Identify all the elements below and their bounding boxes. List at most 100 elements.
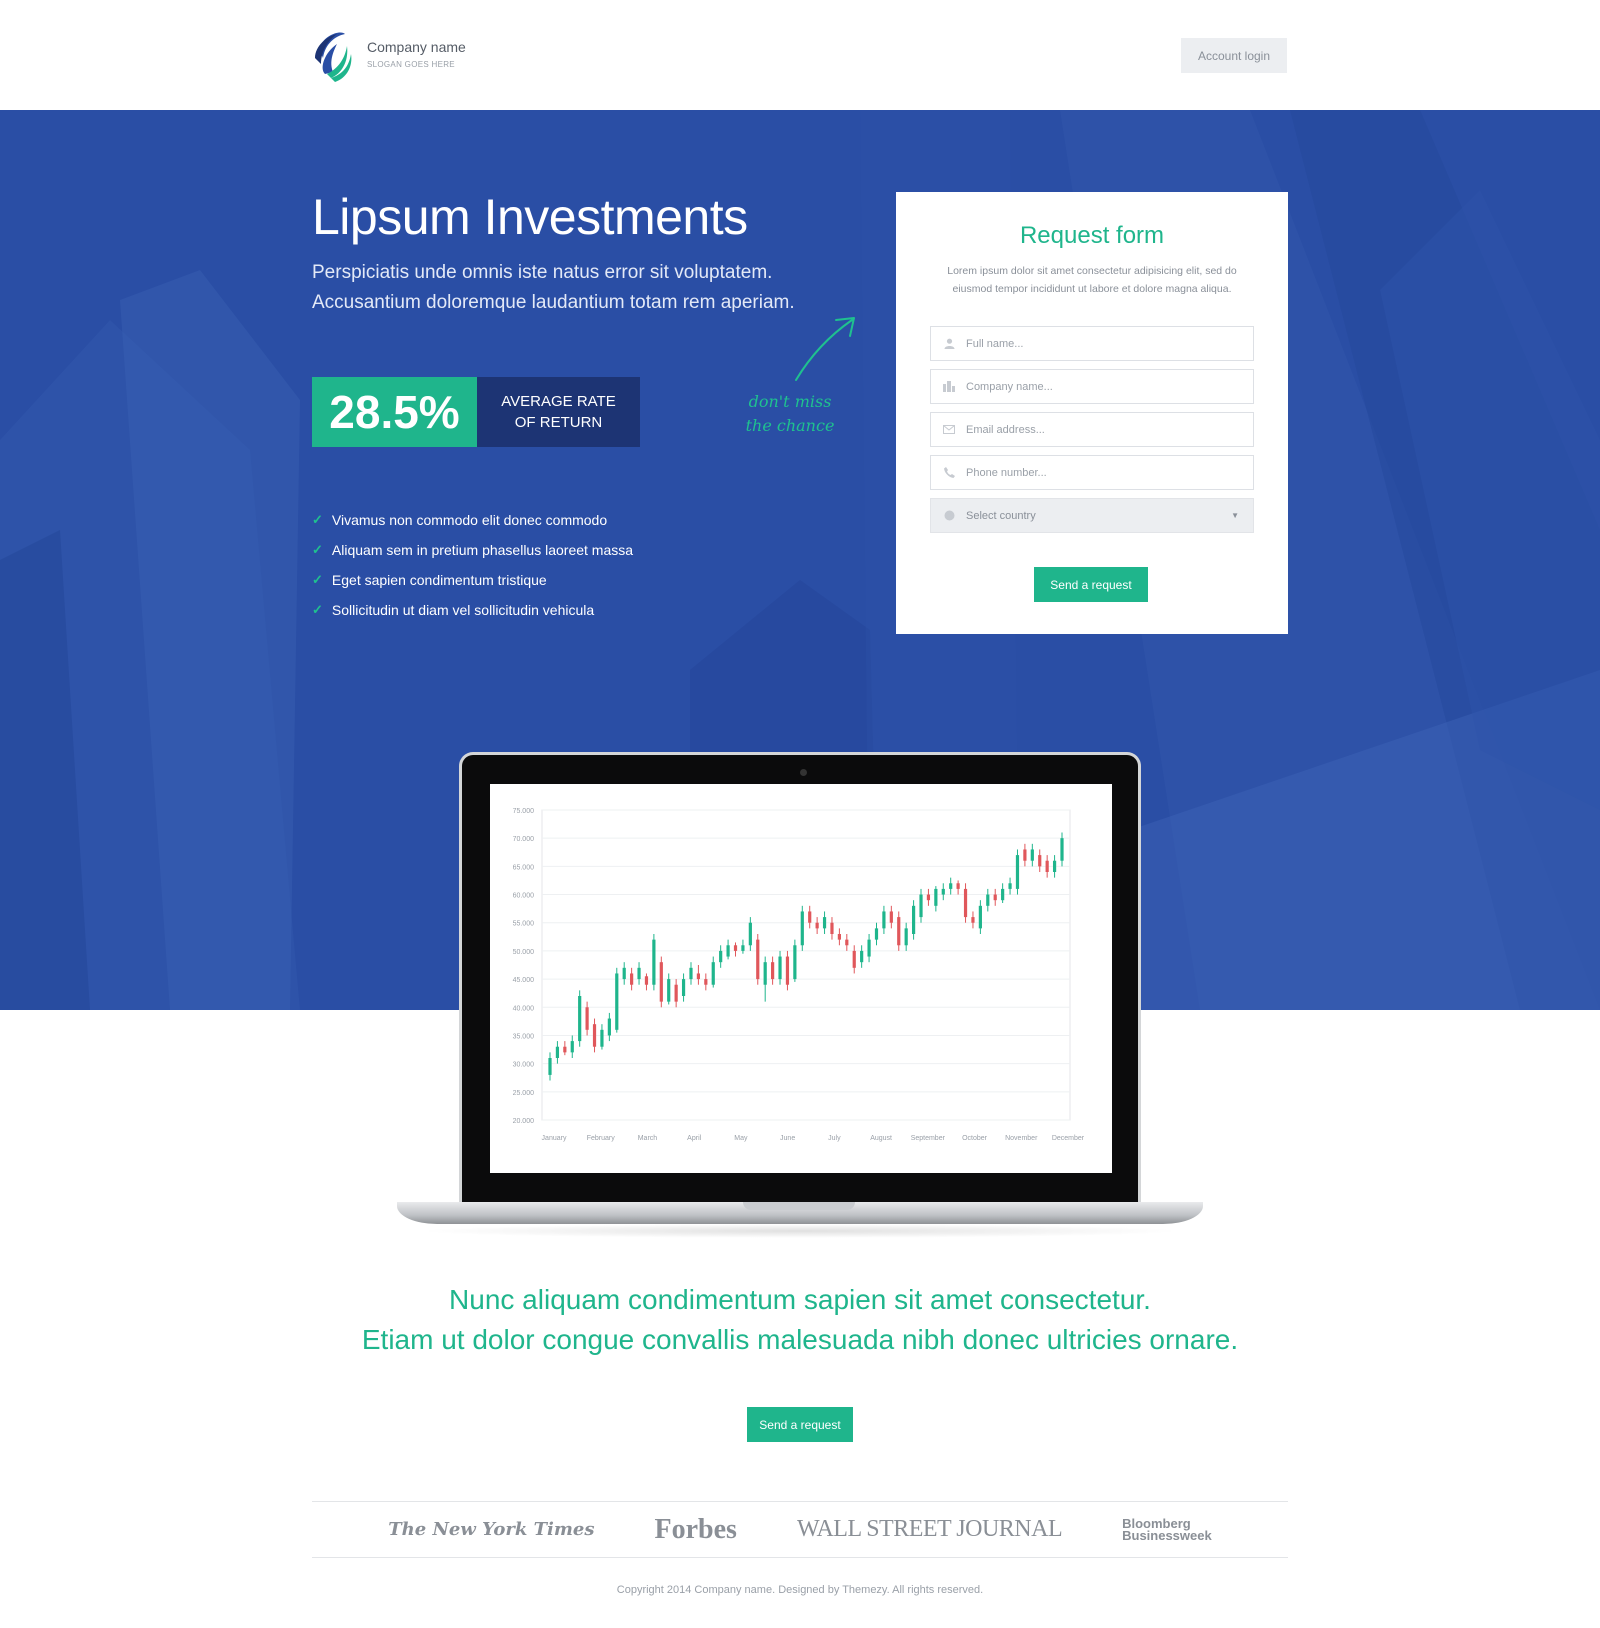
- feature-item: ✓ Vivamus non commodo elit donec commodo: [312, 505, 633, 535]
- company-logo-icon[interactable]: [311, 28, 353, 84]
- candle-body: [578, 996, 582, 1042]
- camera-icon: [800, 769, 807, 776]
- candle-body: [630, 973, 634, 985]
- chart-y-tick-label: 45.000: [513, 977, 535, 984]
- feature-text: Aliquam sem in pretium phasellus laoreet…: [331, 542, 634, 558]
- candle-body: [800, 911, 804, 946]
- hero-subtitle-line2: Accusantium doloremque laudantium totam …: [312, 292, 795, 313]
- country-select-value: Select country: [966, 509, 1036, 522]
- candle-body: [1045, 860, 1049, 872]
- candle-body: [889, 911, 893, 923]
- candle-body: [956, 883, 960, 889]
- candle-body: [822, 917, 827, 929]
- chart-x-tick-label: March: [638, 1135, 658, 1142]
- candle-body: [1023, 849, 1027, 861]
- email-input[interactable]: [966, 423, 1236, 436]
- candle-body: [667, 979, 671, 1002]
- feature-text: Vivamus non commodo elit donec commodo: [331, 512, 608, 528]
- candle-body: [704, 979, 708, 985]
- candle-body: [652, 939, 656, 985]
- chart-x-tick-label: May: [734, 1135, 748, 1142]
- candle-body: [570, 1041, 574, 1053]
- candle-body: [733, 945, 738, 951]
- candle-body: [607, 1018, 611, 1036]
- hero-subtitle-line1: Perspiciatis unde omnis iste natus error…: [312, 262, 773, 283]
- candle-body: [726, 945, 730, 957]
- candle-body: [978, 905, 982, 929]
- country-select[interactable]: Select country ▼: [930, 498, 1254, 533]
- laptop-mockup: 75.000 70.000 65.000 60.000 55.000 50.000 45.0…: [397, 752, 1203, 1242]
- chart-x-tick-label: November: [1005, 1135, 1038, 1142]
- check-icon: ✓: [312, 602, 323, 617]
- candle-body: [830, 922, 834, 934]
- full-name-field[interactable]: [930, 326, 1254, 361]
- form-title: Request form: [1019, 222, 1165, 249]
- candle-body: [563, 1046, 567, 1053]
- globe-icon: [943, 510, 955, 522]
- candle-body: [1001, 888, 1005, 901]
- candle-body: [681, 979, 686, 996]
- account-login-button[interactable]: Account login: [1181, 38, 1287, 73]
- candle-body: [860, 950, 864, 963]
- chart-y-tick-label: 30.000: [513, 1062, 535, 1069]
- cta-request-button[interactable]: Send a request: [747, 1407, 853, 1442]
- building-icon: [943, 381, 955, 393]
- chart-x-tick-label: July: [828, 1135, 841, 1142]
- candle-body: [585, 1007, 589, 1030]
- curved-arrow-icon: [795, 317, 855, 381]
- candle-body: [1030, 849, 1034, 861]
- candle-body: [852, 950, 856, 968]
- feature-text: Eget sapien condimentum tristique: [331, 572, 547, 588]
- bloomberg-line2: Businessweek: [1122, 1527, 1212, 1543]
- bloomberg-logo: Bloomberg Businessweek: [1122, 1517, 1212, 1543]
- wsj-logo: WALL STREET JOURNAL: [796, 1516, 1063, 1542]
- check-icon: ✓: [312, 512, 323, 527]
- chart-y-tick-label: 35.000: [513, 1033, 535, 1040]
- company-name-field[interactable]: [930, 369, 1254, 404]
- candle-body: [637, 967, 641, 980]
- feature-item: ✓ Aliquam sem in pretium phasellus laoree…: [312, 535, 633, 565]
- candle-body: [897, 917, 901, 946]
- envelope-icon: [943, 424, 955, 436]
- candle-body: [874, 928, 879, 940]
- candle-body: [986, 894, 990, 906]
- company-name: Company name: [367, 39, 466, 55]
- chart-y-tick-label: 25.000: [513, 1090, 535, 1097]
- note-line2: the chance: [745, 416, 835, 435]
- candlestick-chart: 75.000 70.000 65.000 60.000 55.000 50.000 45.0…: [513, 808, 1085, 1142]
- phone-icon: [943, 467, 955, 479]
- user-icon: [943, 338, 955, 350]
- candle-body: [719, 950, 723, 963]
- check-icon: ✓: [312, 542, 323, 557]
- request-form: Request form Lorem ipsum dolor sit amet …: [896, 192, 1288, 634]
- candle-body: [659, 962, 663, 1002]
- rate-value: 28.5%: [312, 377, 477, 447]
- candle-body: [1038, 855, 1042, 867]
- nyt-logo: The New York Times: [388, 1519, 595, 1540]
- email-field[interactable]: [930, 412, 1254, 447]
- chart-y-tick-label: 40.000: [513, 1005, 535, 1012]
- copyright-text: Copyright 2014 Company name. Designed by…: [616, 1584, 984, 1596]
- phone-input[interactable]: [966, 466, 1236, 479]
- tagline-line1: Nunc aliquam condimentum sapien sit amet…: [449, 1284, 1151, 1315]
- form-submit-button[interactable]: Send a request: [1034, 567, 1148, 602]
- company-name-input[interactable]: [966, 380, 1236, 393]
- full-name-input[interactable]: [966, 337, 1236, 350]
- chart-x-tick-label: June: [780, 1135, 795, 1142]
- laptop-notch: [743, 1202, 855, 1210]
- candle-body: [748, 922, 752, 946]
- chart-y-tick-label: 55.000: [513, 921, 535, 928]
- landing-page: Company name SLOGAN GOES HERE Account lo…: [0, 0, 1600, 1628]
- candle-body: [548, 1058, 552, 1075]
- candle-body: [993, 894, 997, 901]
- rate-label: AVERAGE RATE OF RETURN: [477, 377, 640, 447]
- note-line1: don't miss: [748, 392, 832, 411]
- candle-body: [1008, 883, 1012, 889]
- chart-x-tick-label: September: [911, 1135, 946, 1142]
- chart-y-tick-label: 70.000: [513, 836, 535, 843]
- check-icon: ✓: [312, 572, 323, 587]
- candle-body: [971, 917, 975, 923]
- hero-subtitle: Perspiciatis unde omnis iste natus error…: [312, 258, 832, 318]
- candle-body: [555, 1046, 560, 1058]
- phone-field[interactable]: [930, 455, 1254, 490]
